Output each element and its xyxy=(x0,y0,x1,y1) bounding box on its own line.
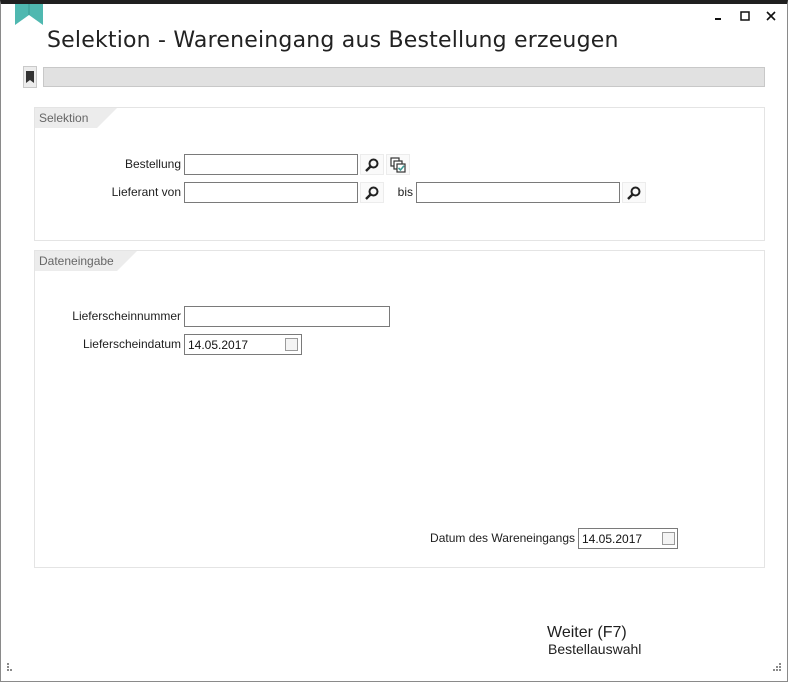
weiter-button-subtitle: Bestellauswahl xyxy=(548,641,642,657)
window-title: Selektion - Wareneingang aus Bestellung … xyxy=(47,28,619,53)
lieferant-von-input[interactable] xyxy=(184,182,358,203)
weiter-button[interactable]: Weiter (F7) xyxy=(547,624,627,642)
selection-group-header: Selektion xyxy=(35,108,117,128)
lieferscheinnummer-label: Lieferscheinnummer xyxy=(72,309,181,323)
lieferscheindatum-label: Lieferscheindatum xyxy=(82,337,181,351)
bis-label: bis xyxy=(397,185,413,199)
bookmark-ribbon-icon[interactable] xyxy=(15,4,43,26)
dialog-window: Selektion - Wareneingang aus Bestellung … xyxy=(0,0,788,682)
lieferant-bis-search-icon[interactable] xyxy=(622,182,646,203)
window-controls xyxy=(713,10,777,22)
lieferant-von-label: Lieferant von xyxy=(111,185,181,199)
navigation-row xyxy=(23,66,767,88)
lieferant-bis-input[interactable] xyxy=(416,182,620,203)
bestellung-label: Bestellung xyxy=(124,157,181,171)
resize-grip-left-icon[interactable] xyxy=(6,659,16,677)
progress-bar xyxy=(43,67,765,87)
bestellung-search-icon[interactable] xyxy=(360,154,384,175)
data-entry-group: Dateneingabe xyxy=(34,250,765,568)
data-entry-group-header: Dateneingabe xyxy=(35,251,137,271)
selection-group-title: Selektion xyxy=(39,111,89,125)
datum-wareneingang-calendar-icon[interactable] xyxy=(662,532,675,545)
datum-wareneingang-label: Datum des Wareneingangs xyxy=(430,531,575,545)
lieferscheinnummer-input[interactable] xyxy=(184,306,390,327)
resize-grip-right-icon[interactable] xyxy=(772,659,782,677)
bestellung-input[interactable] xyxy=(184,154,358,175)
bookmark-icon[interactable] xyxy=(23,66,37,88)
bestellung-multiselect-icon[interactable] xyxy=(386,154,410,175)
minimize-icon[interactable] xyxy=(713,10,725,22)
maximize-icon[interactable] xyxy=(739,10,751,22)
lieferscheindatum-calendar-icon[interactable] xyxy=(285,338,298,351)
close-icon[interactable] xyxy=(765,10,777,22)
data-entry-group-title: Dateneingabe xyxy=(39,254,114,268)
lieferant-von-search-icon[interactable] xyxy=(360,182,384,203)
